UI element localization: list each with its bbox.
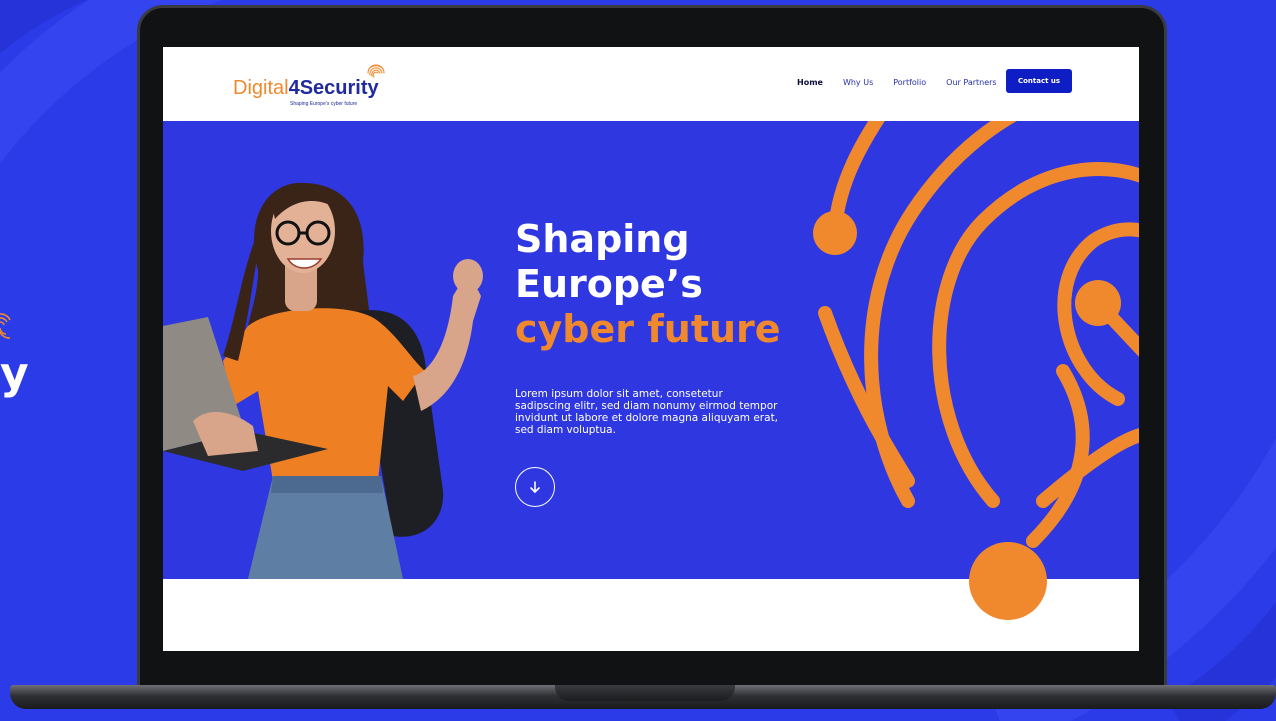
nav-item-our-partners[interactable]: Our Partners	[946, 78, 996, 87]
contact-us-button[interactable]: Contact us	[1006, 69, 1072, 93]
hero-title-line2: Europe’s	[515, 262, 703, 306]
student-photo	[163, 182, 483, 579]
nav-item-portfolio[interactable]: Portfolio	[893, 78, 926, 87]
nav-item-why-us[interactable]: Why Us	[843, 78, 873, 87]
nav-item-home[interactable]: Home	[797, 78, 823, 87]
brand-logo[interactable]: Digital4Security Shaping Europe's cyber …	[233, 64, 433, 115]
site-header: Digital4Security Shaping Europe's cyber …	[163, 47, 1139, 121]
laptop-notch	[555, 685, 735, 701]
side-brand-letter: y	[0, 348, 29, 399]
hero-section: Shaping Europe’s cyber future Lorem ipsu…	[163, 121, 1139, 579]
hero-description: Lorem ipsum dolor sit amet, consetetur s…	[515, 388, 779, 436]
fingerprint-dot-large	[969, 542, 1047, 620]
brand-tagline: Shaping Europe's cyber future	[290, 101, 358, 107]
brand-name-part1: Digital	[233, 77, 289, 99]
scroll-down-button[interactable]	[515, 467, 555, 507]
arrow-down-icon	[530, 481, 540, 493]
fingerprint-icon	[367, 64, 385, 78]
main-nav: Home Why Us Portfolio Our Partners	[797, 74, 997, 90]
hero-title-line1: Shaping	[515, 217, 690, 261]
brand-name: Digital4Security	[233, 78, 379, 98]
hero-title: Shaping Europe’s cyber future	[515, 217, 835, 352]
hero-title-accent: cyber future	[515, 307, 781, 351]
